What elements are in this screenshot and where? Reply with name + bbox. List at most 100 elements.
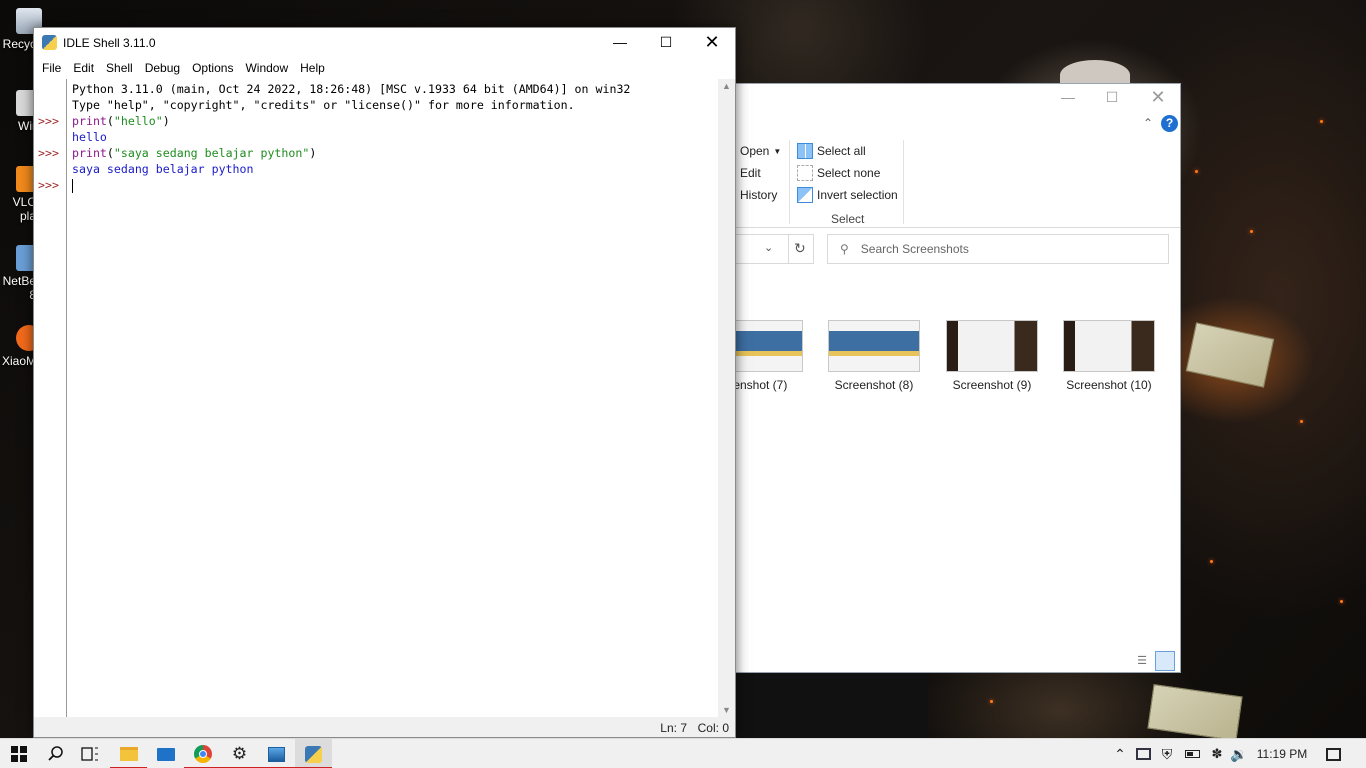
ribbon-divider: [903, 140, 904, 224]
chevron-down-icon: ▼: [773, 146, 782, 156]
menu-shell[interactable]: Shell: [100, 61, 139, 75]
clock[interactable]: 11:19 PM: [1253, 739, 1311, 768]
open-button[interactable]: Open ▼: [740, 144, 781, 158]
refresh-icon[interactable]: ↻: [794, 240, 806, 257]
wallpaper-ember: [990, 700, 993, 703]
output-line: saya sedang belajar python: [72, 162, 254, 176]
edit-button[interactable]: Edit: [740, 166, 761, 180]
wallpaper-ember: [1195, 170, 1198, 173]
tray-battery[interactable]: [1182, 739, 1202, 768]
status-bar: Ln: 7 Col: 0: [34, 717, 735, 737]
tray-wifi[interactable]: ✽: [1207, 739, 1227, 768]
wallpaper-ember: [1250, 230, 1253, 233]
wallpaper-ember: [1300, 420, 1303, 423]
taskbar-photos[interactable]: [258, 739, 295, 768]
help-icon[interactable]: ?: [1161, 115, 1178, 132]
search-input[interactable]: ⚲ Search Screenshots: [827, 234, 1169, 264]
builtin-keyword: print: [72, 114, 107, 128]
file-item[interactable]: Screenshot (9): [944, 320, 1040, 392]
menu-help[interactable]: Help: [294, 61, 331, 75]
maximize-icon[interactable]: ☐: [1089, 84, 1135, 110]
invert-selection-button[interactable]: Invert selection: [797, 187, 898, 203]
minimize-icon[interactable]: —: [597, 29, 643, 55]
desktop-icon-label: VLC: [12, 195, 36, 209]
paren: ): [162, 114, 170, 128]
shell-editor[interactable]: >>> >>> >>> Python 3.11.0 (main, Oct 24 …: [34, 79, 718, 717]
chevron-down-icon[interactable]: ⌄: [764, 241, 773, 254]
taskbar-file-explorer[interactable]: [110, 739, 147, 768]
battery-icon: [1184, 750, 1200, 758]
desktop-icon-recycle-bin[interactable]: Recyc: [0, 8, 42, 51]
desktop-icon-label-line2: 8: [0, 288, 36, 302]
maximize-icon[interactable]: ☐: [643, 29, 689, 55]
search-placeholder: Search Screenshots: [860, 242, 969, 256]
windows-logo-icon: [10, 746, 27, 762]
folder-icon: [119, 747, 138, 761]
idle-shell-window: IDLE Shell 3.11.0 — ☐ ✕ File Edit Shell …: [33, 27, 736, 738]
gear-icon: ⚙: [231, 744, 248, 763]
desktop-icon-label: Recyc: [2, 37, 36, 51]
close-icon[interactable]: ✕: [1135, 84, 1181, 110]
idle-titlebar: IDLE Shell 3.11.0 — ☐ ✕: [34, 28, 735, 57]
taskbar-idle[interactable]: [295, 739, 332, 768]
menu-file[interactable]: File: [36, 61, 67, 75]
current-input-line[interactable]: [72, 177, 718, 193]
menu-options[interactable]: Options: [186, 61, 239, 75]
file-item[interactable]: Screenshot (10): [1061, 320, 1157, 392]
wallpaper-ember: [1340, 600, 1343, 603]
file-item[interactable]: Screenshot (8): [826, 320, 922, 392]
taskbar-mail[interactable]: [147, 739, 184, 768]
menu-window[interactable]: Window: [239, 61, 294, 75]
history-label: History: [740, 188, 778, 202]
open-label: Open: [740, 144, 770, 158]
desktop-icon-netbeans[interactable]: NetBe 8: [0, 245, 42, 302]
tray-security[interactable]: ⛨: [1157, 739, 1177, 768]
start-button[interactable]: [0, 739, 37, 768]
close-icon[interactable]: ✕: [689, 29, 735, 55]
file-explorer-window: — ☐ ✕ ⌃ ? Open ▼ Edit History Select all…: [711, 83, 1181, 673]
output-line: hello: [72, 130, 107, 144]
select-all-icon: [797, 143, 813, 159]
select-none-button[interactable]: Select none: [797, 165, 880, 181]
search-button[interactable]: [37, 739, 74, 768]
taskbar-chrome[interactable]: [184, 739, 221, 768]
details-view-icon[interactable]: ☰: [1133, 652, 1151, 670]
large-icons-view-icon[interactable]: [1155, 651, 1175, 671]
explorer-titlebar: — ☐ ✕: [735, 84, 1180, 110]
invert-selection-icon: [797, 187, 813, 203]
action-center-button[interactable]: [1318, 739, 1348, 768]
tray-volume[interactable]: 🔉: [1229, 739, 1249, 768]
select-all-button[interactable]: Select all: [797, 143, 866, 159]
ribbon-divider: [789, 140, 790, 224]
vertical-scrollbar[interactable]: ▲ ▼: [718, 79, 735, 717]
address-bar[interactable]: ⌄ ↻: [735, 234, 814, 264]
addr-divider: [788, 235, 789, 263]
minimize-icon[interactable]: —: [1045, 84, 1091, 110]
chevron-up-icon: ⌃: [1114, 745, 1126, 762]
wallpaper-ember: [1320, 120, 1323, 123]
task-view-button[interactable]: [71, 739, 108, 768]
wifi-icon: ✽: [1211, 746, 1223, 761]
scroll-up-icon[interactable]: ▲: [722, 81, 731, 91]
desktop-icon-shortcut[interactable]: Wir: [0, 90, 42, 133]
line-indicator: Ln: 7: [660, 721, 687, 735]
desktop-icon-xiaomi[interactable]: XiaoM: [0, 325, 42, 368]
paren: (: [106, 114, 114, 128]
menu-edit[interactable]: Edit: [67, 61, 100, 75]
collapse-ribbon-icon[interactable]: ⌃: [1143, 116, 1153, 130]
history-button[interactable]: History: [740, 188, 777, 202]
desktop-icon-vlc[interactable]: VLC pla: [0, 166, 42, 223]
search-icon: [47, 746, 63, 761]
tray-monitor[interactable]: [1133, 739, 1153, 768]
desktop-icon-label: NetBe: [2, 274, 36, 288]
input-line: print("saya sedang belajar python"): [72, 145, 718, 161]
select-none-label: Select none: [817, 166, 881, 180]
scroll-down-icon[interactable]: ▼: [722, 705, 731, 715]
taskbar-settings[interactable]: ⚙: [221, 739, 258, 768]
banner-line: Python 3.11.0 (main, Oct 24 2022, 18:26:…: [72, 82, 631, 96]
show-hidden-icons-button[interactable]: ⌃: [1110, 739, 1130, 768]
menu-debug[interactable]: Debug: [139, 61, 186, 75]
explorer-shadow-region: [735, 673, 928, 738]
chrome-icon: [193, 745, 212, 763]
desktop-icon-label-line2: pla: [19, 209, 36, 223]
